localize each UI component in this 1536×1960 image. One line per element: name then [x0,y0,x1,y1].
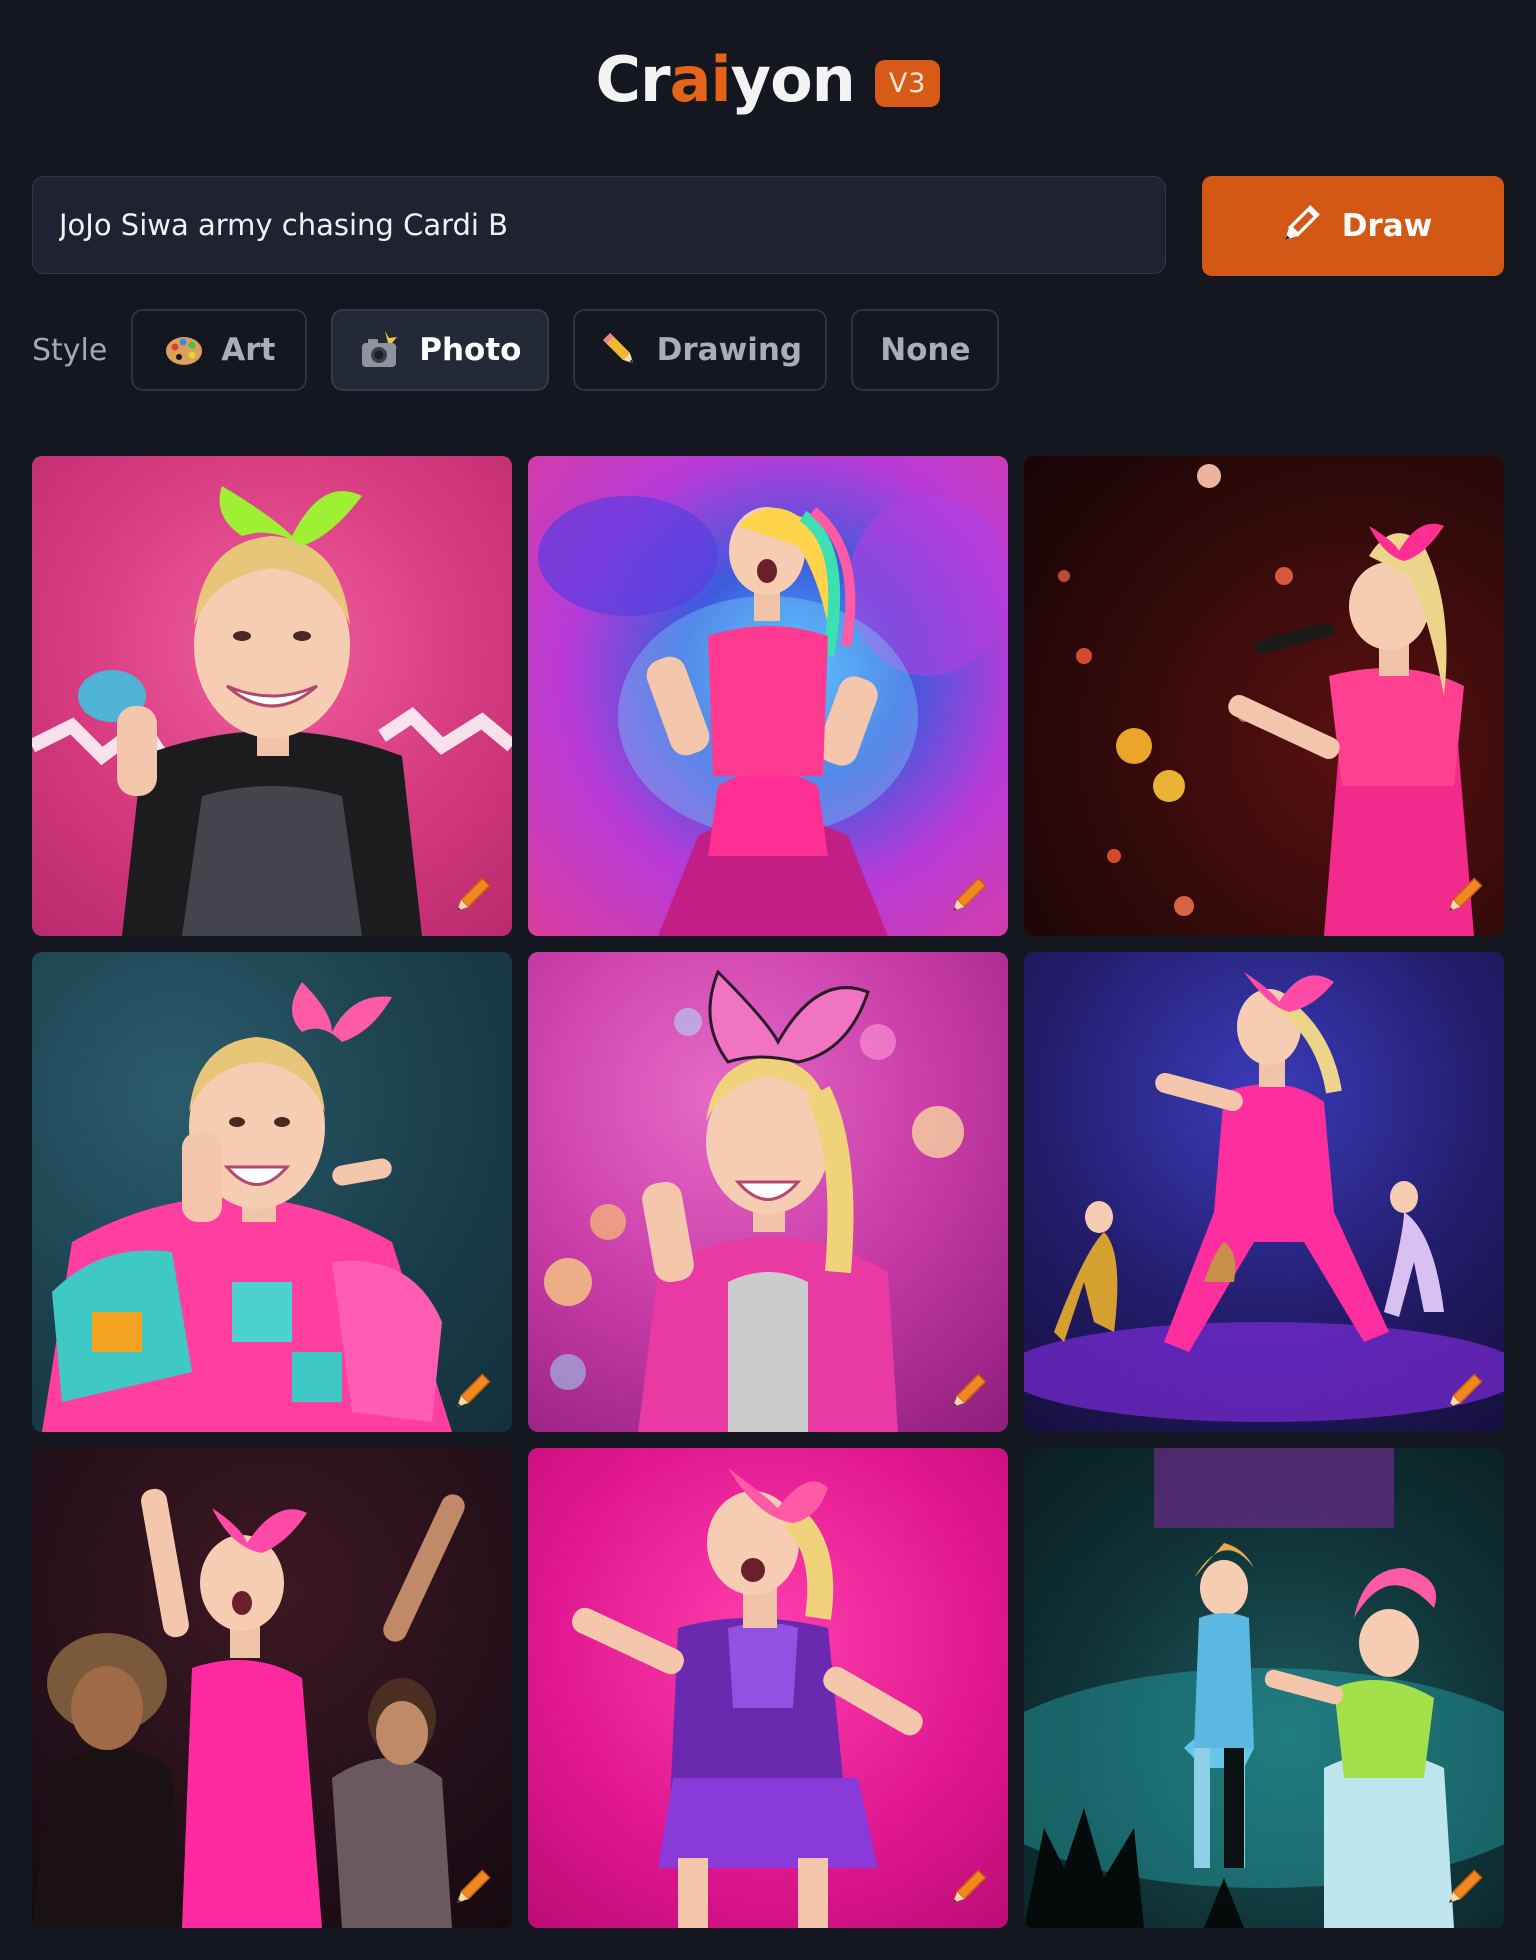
edit-image-icon[interactable] [942,872,992,922]
generated-image [32,1488,465,1928]
prompt-input[interactable] [32,176,1166,274]
result-image-6[interactable] [1024,952,1504,1432]
style-label: Style [32,332,108,368]
draw-button-label: Draw [1341,208,1433,244]
generated-image [1058,464,1474,936]
edit-image-icon[interactable] [446,1368,496,1418]
palette-icon [166,337,203,365]
draw-button[interactable]: Draw [1202,176,1504,276]
style-option-none[interactable]: None [851,309,1000,391]
pencil-icon [1284,205,1320,241]
result-image-8[interactable] [528,1448,1008,1928]
style-option-photo-label: Photo [419,332,522,368]
style-option-art[interactable]: Art [131,309,308,391]
result-image-9[interactable] [1024,1448,1504,1928]
edit-image-icon[interactable] [1438,1368,1488,1418]
result-image-3[interactable] [1024,456,1504,936]
generated-image [538,496,1008,936]
search-row: Draw [32,176,1504,276]
camera-flash-icon [362,331,398,367]
result-image-7[interactable] [32,1448,512,1928]
edit-image-icon[interactable] [1438,1864,1488,1914]
result-grid [32,456,1504,1928]
style-option-none-label: None [880,332,971,368]
result-image-5[interactable] [528,952,1008,1432]
style-selector: Style Art Photo Drawing None [32,308,1023,392]
logo-text-part2: yon [730,43,856,116]
result-image-2[interactable] [528,456,1008,936]
edit-image-icon[interactable] [1438,872,1488,922]
craiyon-logo[interactable]: Craiyon [596,49,856,111]
style-option-drawing-label: Drawing [656,332,803,368]
logo-text-accent: ai [669,43,732,116]
header: Craiyon V3 [0,40,1536,120]
edit-image-icon[interactable] [942,1368,992,1418]
pencil-icon [602,333,634,364]
style-option-drawing[interactable]: Drawing [573,309,828,391]
style-option-photo[interactable]: Photo [331,309,550,391]
generated-image [1024,1448,1504,1928]
result-image-4[interactable] [32,952,512,1432]
version-badge: V3 [874,59,941,107]
generated-image [42,982,452,1432]
generated-image [32,486,512,936]
generated-image [572,1468,923,1928]
logo-text-part1: Cr [595,43,671,116]
edit-image-icon[interactable] [446,1864,496,1914]
edit-image-icon[interactable] [942,1864,992,1914]
generated-image [1024,972,1504,1422]
generated-image [544,969,964,1432]
result-image-1[interactable] [32,456,512,936]
style-option-art-label: Art [221,332,276,368]
edit-image-icon[interactable] [446,872,496,922]
